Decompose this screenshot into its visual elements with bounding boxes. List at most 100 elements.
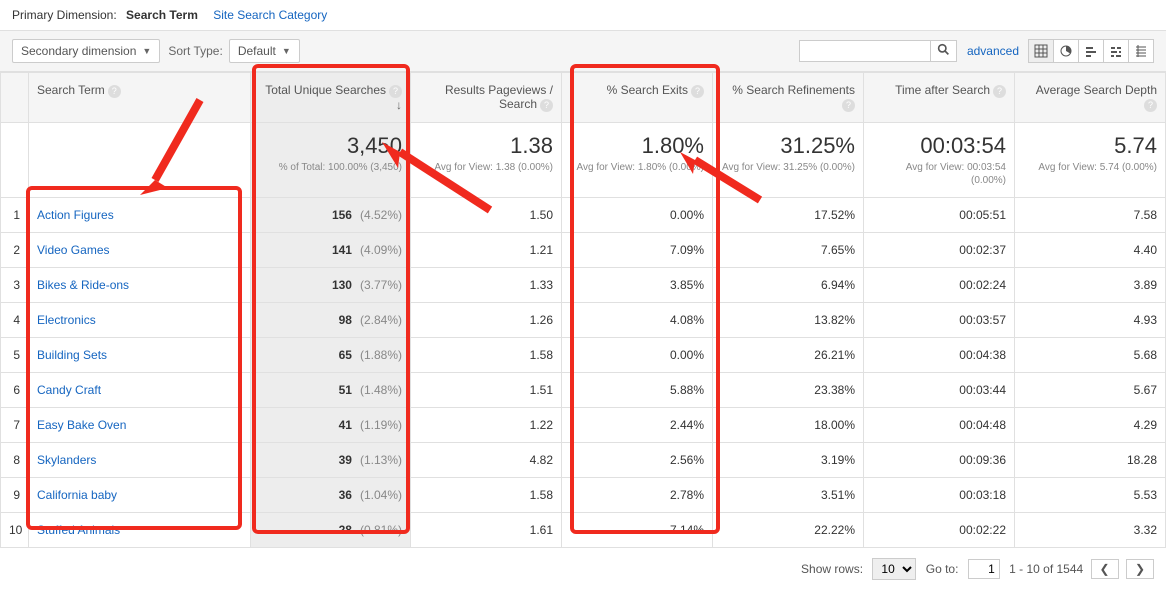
- cell-depth: 5.53: [1015, 478, 1166, 513]
- chevron-down-icon: ▼: [282, 46, 291, 56]
- row-index: 3: [1, 268, 29, 303]
- cell-pageviews: 1.61: [411, 513, 562, 548]
- help-icon[interactable]: ?: [691, 85, 704, 98]
- help-icon[interactable]: ?: [389, 85, 402, 98]
- cell-exits: 0.00%: [562, 338, 713, 373]
- pager: Show rows: 10 Go to: 1 - 10 of 1544 ❮ ❯: [0, 548, 1166, 590]
- cell-term: Bikes & Ride-ons: [29, 268, 251, 303]
- cell-pageviews: 1.58: [411, 478, 562, 513]
- cell-exits: 0.00%: [562, 198, 713, 233]
- help-icon[interactable]: ?: [842, 99, 855, 112]
- row-index: 6: [1, 373, 29, 408]
- cell-unique: 65(1.88%): [251, 338, 411, 373]
- row-index: 9: [1, 478, 29, 513]
- cell-depth: 5.67: [1015, 373, 1166, 408]
- chevron-down-icon: ▼: [142, 46, 151, 56]
- view-toggle: [1029, 39, 1154, 63]
- view-pivot-button[interactable]: [1128, 39, 1154, 63]
- cell-time: 00:04:38: [864, 338, 1015, 373]
- cell-refinements: 17.52%: [713, 198, 864, 233]
- goto-input[interactable]: [968, 559, 1000, 579]
- cell-pageviews: 1.22: [411, 408, 562, 443]
- search-term-link[interactable]: Electronics: [37, 313, 96, 327]
- cell-unique: 39(1.13%): [251, 443, 411, 478]
- view-compare-button[interactable]: [1103, 39, 1129, 63]
- next-button[interactable]: ❯: [1126, 559, 1154, 579]
- summary-unique: 3,450: [259, 133, 402, 159]
- search-term-link[interactable]: Building Sets: [37, 348, 107, 362]
- cell-refinements: 3.19%: [713, 443, 864, 478]
- view-bar-button[interactable]: [1078, 39, 1104, 63]
- cell-unique: 98(2.84%): [251, 303, 411, 338]
- cell-pageviews: 1.33: [411, 268, 562, 303]
- secondary-dimension-label: Secondary dimension: [21, 44, 136, 58]
- bars-icon: [1084, 44, 1098, 58]
- cell-term: Action Figures: [29, 198, 251, 233]
- table-row: 3Bikes & Ride-ons130(3.77%)1.333.85%6.94…: [1, 268, 1166, 303]
- help-icon[interactable]: ?: [1144, 99, 1157, 112]
- prev-button[interactable]: ❮: [1091, 559, 1119, 579]
- view-table-button[interactable]: [1028, 39, 1054, 63]
- search-term-link[interactable]: Action Figures: [37, 208, 114, 222]
- dimension-bar: Primary Dimension: Search Term Site Sear…: [0, 0, 1166, 30]
- summary-exits: 1.80%: [570, 133, 704, 159]
- cell-refinements: 18.00%: [713, 408, 864, 443]
- summary-row: 3,450% of Total: 100.00% (3,450) 1.38Avg…: [1, 123, 1166, 198]
- cell-refinements: 7.65%: [713, 233, 864, 268]
- cell-time: 00:09:36: [864, 443, 1015, 478]
- table-row: 6Candy Craft51(1.48%)1.515.88%23.38%00:0…: [1, 373, 1166, 408]
- dimension-label: Primary Dimension:: [12, 8, 117, 22]
- dimension-alt-link[interactable]: Site Search Category: [213, 8, 327, 22]
- search-term-link[interactable]: Bikes & Ride-ons: [37, 278, 129, 292]
- view-pie-button[interactable]: [1053, 39, 1079, 63]
- help-icon[interactable]: ?: [108, 85, 121, 98]
- pie-icon: [1059, 44, 1073, 58]
- range-label: 1 - 10 of 1544: [1009, 562, 1083, 576]
- col-header-term[interactable]: Search Term?: [29, 73, 251, 123]
- cell-pageviews: 1.51: [411, 373, 562, 408]
- search-term-link[interactable]: Skylanders: [37, 453, 96, 467]
- cell-pageviews: 4.82: [411, 443, 562, 478]
- advanced-link[interactable]: advanced: [967, 44, 1019, 58]
- toolbar: Secondary dimension ▼ Sort Type: Default…: [0, 30, 1166, 72]
- cell-refinements: 26.21%: [713, 338, 864, 373]
- rows-select[interactable]: 10: [872, 558, 916, 580]
- search-input[interactable]: [800, 41, 930, 61]
- col-header-depth[interactable]: Average Search Depth?: [1015, 73, 1166, 123]
- row-index: 5: [1, 338, 29, 373]
- cell-refinements: 6.94%: [713, 268, 864, 303]
- cell-time: 00:03:44: [864, 373, 1015, 408]
- search-term-link[interactable]: Video Games: [37, 243, 110, 257]
- secondary-dimension-dropdown[interactable]: Secondary dimension ▼: [12, 39, 160, 63]
- search-term-link[interactable]: California baby: [37, 488, 117, 502]
- cell-unique: 130(3.77%): [251, 268, 411, 303]
- cell-time: 00:03:18: [864, 478, 1015, 513]
- cell-exits: 2.78%: [562, 478, 713, 513]
- col-header-pageviews[interactable]: Results Pageviews / Search?: [411, 73, 562, 123]
- cell-unique: 51(1.48%): [251, 373, 411, 408]
- search-term-link[interactable]: Easy Bake Oven: [37, 418, 126, 432]
- cell-term: Stuffed Animals: [29, 513, 251, 548]
- help-icon[interactable]: ?: [993, 85, 1006, 98]
- help-icon[interactable]: ?: [540, 99, 553, 112]
- col-header-unique[interactable]: Total Unique Searches?↓: [251, 73, 411, 123]
- search-term-link[interactable]: Candy Craft: [37, 383, 101, 397]
- table-row: 4Electronics98(2.84%)1.264.08%13.82%00:0…: [1, 303, 1166, 338]
- magnifier-icon: [937, 43, 950, 56]
- cell-unique: 141(4.09%): [251, 233, 411, 268]
- goto-label: Go to:: [926, 562, 959, 576]
- sort-type-dropdown[interactable]: Default ▼: [229, 39, 300, 63]
- cell-depth: 18.28: [1015, 443, 1166, 478]
- col-header-refinements[interactable]: % Search Refinements?: [713, 73, 864, 123]
- search-button[interactable]: [930, 41, 956, 61]
- dimension-selected[interactable]: Search Term: [126, 8, 198, 22]
- cell-time: 00:04:48: [864, 408, 1015, 443]
- cell-exits: 5.88%: [562, 373, 713, 408]
- col-header-exits[interactable]: % Search Exits?: [562, 73, 713, 123]
- cell-unique: 36(1.04%): [251, 478, 411, 513]
- cell-exits: 7.14%: [562, 513, 713, 548]
- cell-term: Skylanders: [29, 443, 251, 478]
- col-header-time[interactable]: Time after Search?: [864, 73, 1015, 123]
- cell-term: Easy Bake Oven: [29, 408, 251, 443]
- search-term-link[interactable]: Stuffed Animals: [37, 523, 120, 537]
